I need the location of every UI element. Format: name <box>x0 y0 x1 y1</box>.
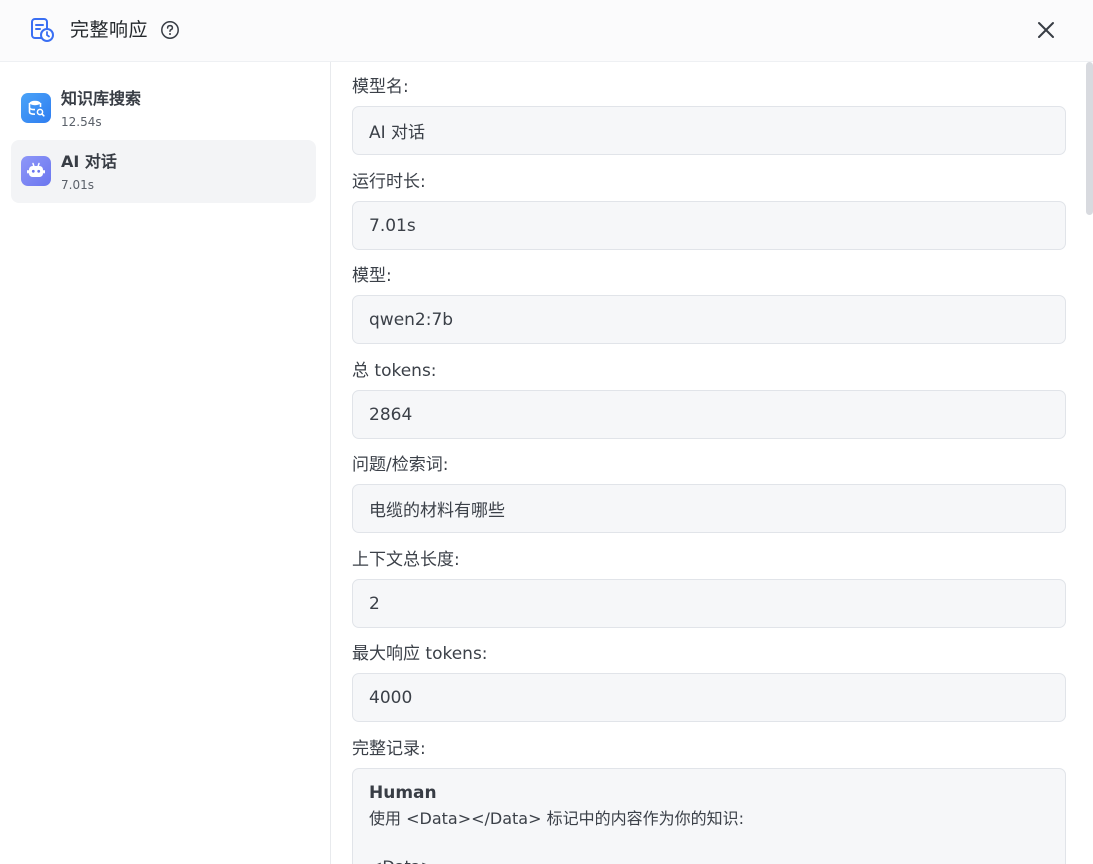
field-label: 上下文总长度: <box>352 550 460 570</box>
field-value: AI 对话 <box>352 106 1066 155</box>
field-query: 问题/检索词: 电缆的材料有哪些 <box>352 454 1066 533</box>
history-text: 使用 <Data></Data> 标记中的内容作为你的知识: <box>369 809 744 828</box>
field-label: 模型名: <box>352 77 409 97</box>
history-box: Human 使用 <Data></Data> 标记中的内容作为你的知识: <Da… <box>352 768 1066 864</box>
field-max-response-tokens: 最大响应 tokens: 4000 <box>352 643 1066 722</box>
history-role: Human <box>369 783 437 803</box>
field-value: qwen2:7b <box>352 295 1066 344</box>
sidebar-item-label: AI 对话 <box>61 152 117 171</box>
sidebar-item-time: 7.01s <box>61 178 94 192</box>
database-search-icon <box>21 93 51 123</box>
close-icon[interactable] <box>1032 16 1060 44</box>
field-label: 总 tokens: <box>352 361 437 381</box>
modal-title: 完整响应 <box>70 19 149 41</box>
history-next-line: <Data> <box>369 856 1049 864</box>
response-detail-panel: 模型名: AI 对话 运行时长: 7.01s 模型: qwen2:7b 总 to… <box>332 62 1093 864</box>
field-value: 电缆的材料有哪些 <box>352 484 1066 533</box>
field-run-duration: 运行时长: 7.01s <box>352 171 1066 250</box>
field-label: 问题/检索词: <box>352 455 449 475</box>
sidebar-item-time: 12.54s <box>61 115 102 129</box>
field-label: 完整记录: <box>352 739 426 759</box>
full-response-modal: 完整响应 知识库搜索 12.54s AI 对话 7.01s 模型名: AI 对话… <box>0 0 1093 864</box>
field-total-tokens: 总 tokens: 2864 <box>352 360 1066 439</box>
field-label: 模型: <box>352 266 392 286</box>
field-value: 7.01s <box>352 201 1066 250</box>
field-value: 2 <box>352 579 1066 628</box>
sidebar-item-ai-chat[interactable]: AI 对话 7.01s <box>11 140 316 203</box>
scrollbar[interactable] <box>1086 62 1093 864</box>
sidebar-item-label: 知识库搜索 <box>61 89 142 108</box>
field-label: 最大响应 tokens: <box>352 644 488 664</box>
field-model: 模型: qwen2:7b <box>352 265 1066 344</box>
module-list-sidebar: 知识库搜索 12.54s AI 对话 7.01s <box>0 62 331 864</box>
question-circle-icon[interactable] <box>160 20 180 40</box>
robot-icon <box>21 156 51 186</box>
field-label: 运行时长: <box>352 172 426 192</box>
field-context-length: 上下文总长度: 2 <box>352 549 1066 628</box>
sidebar-item-knowledge-search[interactable]: 知识库搜索 12.54s <box>11 77 316 140</box>
field-full-history: 完整记录: Human 使用 <Data></Data> 标记中的内容作为你的知… <box>352 738 1066 864</box>
field-value: 4000 <box>352 673 1066 722</box>
field-value: 2864 <box>352 390 1066 439</box>
field-model-name: 模型名: AI 对话 <box>352 76 1066 155</box>
modal-header: 完整响应 <box>0 0 1093 62</box>
scrollbar-thumb[interactable] <box>1086 62 1093 215</box>
file-clock-icon <box>28 16 56 44</box>
